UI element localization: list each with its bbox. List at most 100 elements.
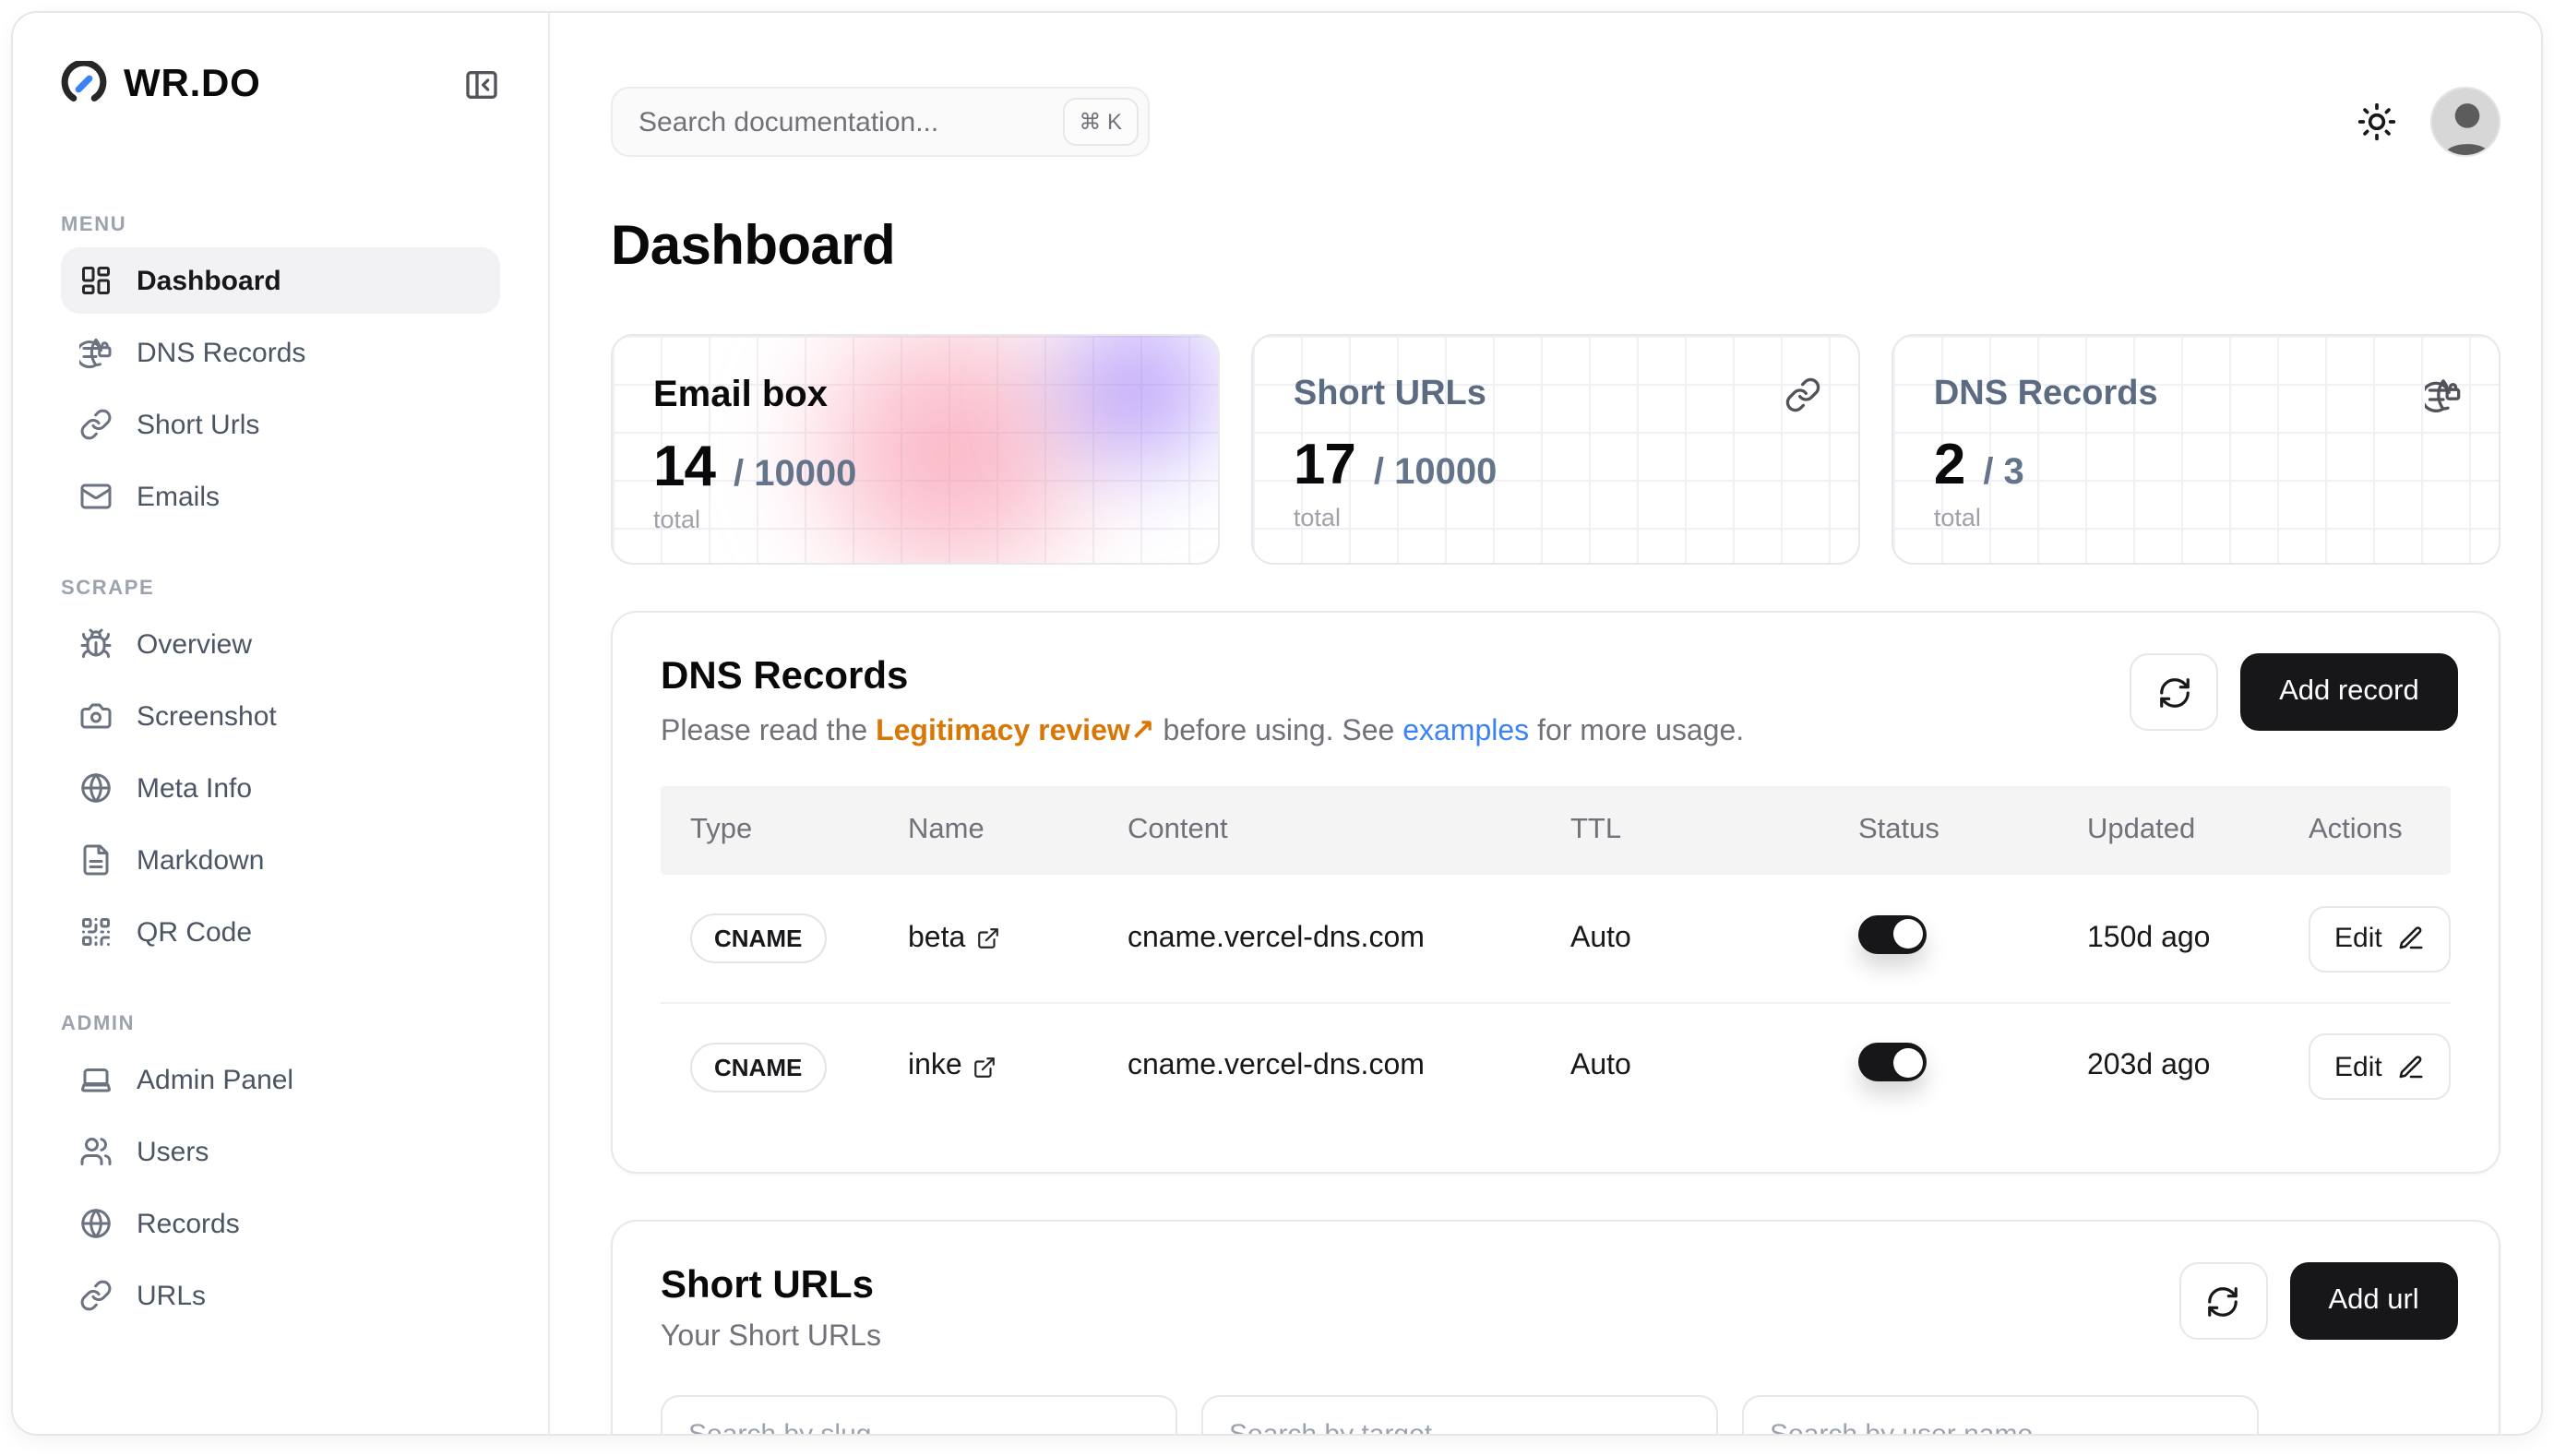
record-content: cname.vercel-dns.com xyxy=(1098,1050,1541,1083)
sun-icon xyxy=(2357,101,2397,142)
search-by-user-name-input[interactable] xyxy=(1742,1395,2259,1436)
sidebar-item-overview[interactable]: Overview xyxy=(61,611,500,677)
add-url-button[interactable]: Add url xyxy=(2289,1262,2457,1340)
sidebar-item-urls[interactable]: URLs xyxy=(61,1262,500,1329)
record-name-link[interactable]: inke xyxy=(908,1050,997,1083)
sidebar-item-records[interactable]: Records xyxy=(61,1190,500,1257)
user-avatar[interactable] xyxy=(2430,87,2500,157)
record-type-badge: CNAME xyxy=(690,1042,826,1092)
theme-toggle-button[interactable] xyxy=(2357,101,2397,142)
globe-lock-icon xyxy=(2425,376,2462,413)
column-header-status: Status xyxy=(1829,814,2058,847)
dashboard-icon xyxy=(79,264,113,297)
sidebar-item-label: DNS Records xyxy=(137,337,305,368)
sidebar-item-screenshot[interactable]: Screenshot xyxy=(61,683,500,749)
refresh-icon xyxy=(2156,674,2191,710)
legitimacy-review-link[interactable]: Legitimacy review xyxy=(876,716,1130,747)
sidebar-item-emails[interactable]: Emails xyxy=(61,463,500,530)
stat-value: 17 xyxy=(1294,432,1355,498)
record-ttl: Auto xyxy=(1541,922,1829,955)
stat-limit: / 10000 xyxy=(734,454,856,496)
sidebar-item-short-urls[interactable]: Short Urls xyxy=(61,391,500,458)
note-text: for more usage. xyxy=(1529,716,1744,747)
topbar: ⌘ K xyxy=(611,13,2500,157)
sidebar-item-label: Screenshot xyxy=(137,700,277,732)
short-urls-filters xyxy=(661,1395,2451,1436)
sidebar-item-dashboard[interactable]: Dashboard xyxy=(61,247,500,314)
record-name-link[interactable]: beta xyxy=(908,922,1000,955)
record-updated: 150d ago xyxy=(2058,922,2279,955)
refresh-button[interactable] xyxy=(2130,653,2218,731)
app-name: WR.DO xyxy=(124,62,261,106)
sidebar-item-admin-panel[interactable]: Admin Panel xyxy=(61,1046,500,1113)
sidebar-item-label: Meta Info xyxy=(137,772,252,804)
panel-collapse-icon xyxy=(463,66,500,102)
stat-cards: Email box 14 / 10000 total Short URLs 17… xyxy=(611,334,2500,565)
examples-link[interactable]: examples xyxy=(1402,716,1529,747)
sidebar: WR.DO MENU Dashboard DNS Records Short U… xyxy=(13,13,550,1434)
edit-button[interactable]: Edit xyxy=(2309,1033,2451,1100)
sidebar-item-label: Admin Panel xyxy=(137,1064,293,1095)
sidebar-item-dns-records[interactable]: DNS Records xyxy=(61,319,500,386)
search-by-target-input[interactable] xyxy=(1201,1395,1718,1436)
app-window: WR.DO MENU Dashboard DNS Records Short U… xyxy=(11,11,2543,1436)
table-row: CNAME inke cname.vercel-dns.com Auto 203… xyxy=(661,1002,2451,1129)
topbar-actions xyxy=(2357,87,2500,157)
sidebar-section-label-admin: ADMIN xyxy=(61,1013,500,1035)
dns-records-panel: DNS Records Please read the Legitimacy r… xyxy=(611,611,2500,1174)
stat-card-email-box: Email box 14 / 10000 total xyxy=(611,334,1220,565)
status-toggle[interactable] xyxy=(1858,914,1927,953)
stat-caption: total xyxy=(1934,504,2458,531)
sidebar-item-meta-info[interactable]: Meta Info xyxy=(61,755,500,821)
globe-icon xyxy=(79,771,113,805)
refresh-button[interactable] xyxy=(2178,1262,2267,1340)
stat-value: 14 xyxy=(653,434,715,500)
stat-caption: total xyxy=(653,506,1177,533)
link-icon xyxy=(1784,376,1821,413)
link-icon xyxy=(79,1279,113,1312)
record-name: beta xyxy=(908,922,965,955)
mail-icon xyxy=(79,480,113,513)
sidebar-nav-menu: Dashboard DNS Records Short Urls Emails xyxy=(61,247,500,530)
external-arrow: ↗ xyxy=(1130,716,1155,747)
record-ttl: Auto xyxy=(1541,1050,1829,1083)
gauge-logo-icon xyxy=(61,61,107,107)
sidebar-item-users[interactable]: Users xyxy=(61,1118,500,1185)
stat-limit: / 3 xyxy=(1983,452,2024,495)
bug-icon xyxy=(79,627,113,661)
logo: WR.DO xyxy=(61,61,500,107)
sidebar-item-label: Overview xyxy=(137,628,252,660)
stat-card-title: Email box xyxy=(653,375,1177,417)
status-toggle[interactable] xyxy=(1858,1043,1927,1081)
record-type-badge: CNAME xyxy=(690,913,826,963)
sidebar-nav-scrape: Overview Screenshot Meta Info Markdown Q… xyxy=(61,611,500,965)
sidebar-item-label: QR Code xyxy=(137,916,252,948)
table-row: CNAME beta cname.vercel-dns.com Auto 150… xyxy=(661,875,2451,1002)
external-link-icon xyxy=(976,926,1000,950)
sidebar-section-label-scrape: SCRAPE xyxy=(61,578,500,600)
dns-table-header: Type Name Content TTL Status Updated Act… xyxy=(661,786,2451,875)
stat-card-dns-records: DNS Records 2 / 3 total xyxy=(1892,334,2500,565)
refresh-icon xyxy=(2205,1283,2240,1319)
add-record-button[interactable]: Add record xyxy=(2240,653,2458,731)
record-content: cname.vercel-dns.com xyxy=(1098,922,1541,955)
search-by-slug-input[interactable] xyxy=(661,1395,1177,1436)
record-updated: 203d ago xyxy=(2058,1050,2279,1083)
toggle-thumb xyxy=(1892,1047,1922,1077)
record-name: inke xyxy=(908,1050,962,1083)
column-header-name: Name xyxy=(878,814,1098,847)
sidebar-collapse-button[interactable] xyxy=(463,66,500,102)
edit-button[interactable]: Edit xyxy=(2309,905,2451,972)
note-text: before using. See xyxy=(1155,716,1403,747)
sidebar-item-qr-code[interactable]: QR Code xyxy=(61,899,500,965)
column-header-updated: Updated xyxy=(2058,814,2279,847)
sidebar-item-label: URLs xyxy=(137,1280,206,1311)
globe-lock-icon xyxy=(79,336,113,369)
users-icon xyxy=(79,1135,113,1168)
stat-limit: / 10000 xyxy=(1374,452,1497,495)
short-urls-panel: Short URLs Your Short URLs Add url xyxy=(611,1220,2500,1436)
pen-icon xyxy=(2397,1053,2425,1080)
globe-icon xyxy=(79,1207,113,1240)
sidebar-item-markdown[interactable]: Markdown xyxy=(61,827,500,893)
sidebar-item-label: Short Urls xyxy=(137,409,259,440)
